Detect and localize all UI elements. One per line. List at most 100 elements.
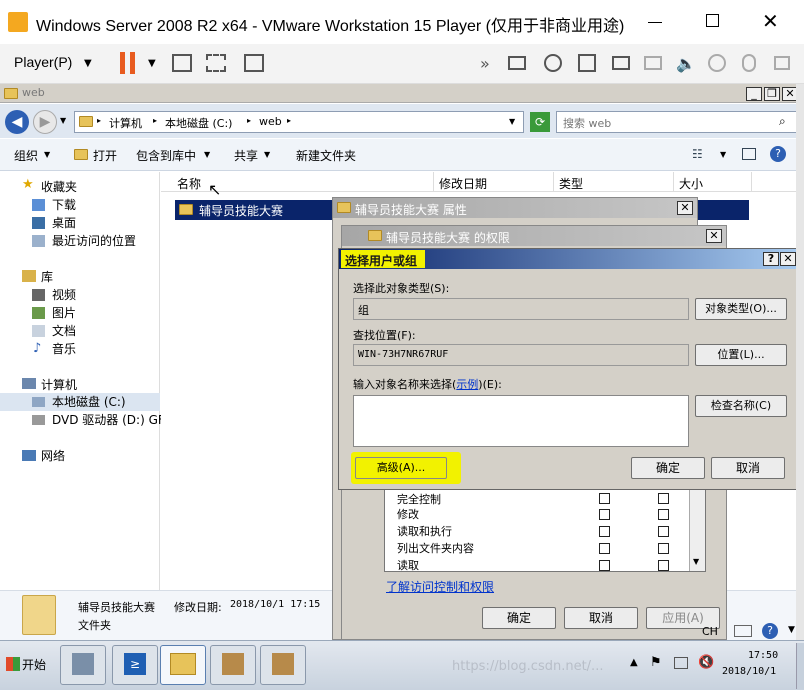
vm-scrollbar[interactable] [796,84,804,640]
device-floppy-icon[interactable] [578,54,596,72]
breadcrumb-computer[interactable]: 计算机 [109,115,142,131]
device-bluetooth-icon[interactable] [742,54,756,72]
advanced-button[interactable]: 高级(A)... [355,457,447,479]
more-icon[interactable]: » [480,54,490,73]
nav-lib-music[interactable]: 音乐 [52,340,76,358]
view-icon[interactable]: ☷ [692,147,703,161]
view-dropdown-icon[interactable]: ▼ [720,150,726,159]
permissions-cancel-button[interactable]: 取消 [564,607,638,629]
allow-checkbox[interactable] [599,509,610,520]
tray-menu-icon[interactable]: ▼ [788,625,795,635]
permissions-close-button[interactable]: ✕ [706,229,722,243]
organize-button[interactable]: 组织 [14,147,38,164]
show-hidden-icons-icon[interactable]: ▲ [630,657,638,668]
pause-dropdown-icon[interactable]: ▼ [148,58,156,69]
nav-lib-videos[interactable]: 视频 [52,286,76,304]
scroll-down-icon[interactable]: ▼ [693,557,699,566]
properties-close-button[interactable]: ✕ [677,201,693,215]
deny-checkbox[interactable] [658,560,669,571]
breadcrumb-sep-icon[interactable]: ▸ [247,116,251,125]
nav-lib-documents[interactable]: 文档 [52,322,76,340]
back-icon[interactable]: ◀ [5,110,29,134]
permissions-ok-button[interactable]: 确定 [482,607,556,629]
minimize-icon[interactable] [648,22,662,23]
refresh-icon[interactable]: ⟳ [530,112,550,132]
deny-checkbox[interactable] [658,543,669,554]
search-box[interactable]: ⌕ [556,111,798,133]
device-printer-icon[interactable] [644,56,662,70]
nav-fav-desktop[interactable]: 桌面 [52,214,76,232]
volume-muted-icon[interactable]: 🔇 [698,655,714,670]
nav-local-disk[interactable]: 本地磁盘 (C:) [52,393,126,411]
unity-icon[interactable] [244,54,264,72]
nav-network[interactable]: 网络 [41,447,65,465]
examples-link[interactable]: 示例 [456,378,478,391]
nav-dvd-drive[interactable]: DVD 驱动器 (D:) GF [52,411,165,429]
fullscreen-icon[interactable] [206,54,226,72]
nav-fav-recent[interactable]: 最近访问的位置 [52,232,136,250]
action-center-flag-icon[interactable]: ⚑ [650,655,662,670]
file-name[interactable]: 辅导员技能大赛 [199,202,283,219]
col-type[interactable]: 类型 [559,175,583,192]
permissions-scrollbar[interactable]: ▼ [689,489,705,571]
col-size[interactable]: 大小 [679,175,703,192]
share-button[interactable]: 共享 [234,147,258,164]
locations-button[interactable]: 位置(L)... [695,344,787,366]
pause-icon[interactable] [120,52,125,74]
clock-time[interactable]: 17:50 [748,650,778,661]
show-desktop-button[interactable] [796,643,804,689]
select-users-close-button[interactable]: ✕ [780,252,796,266]
maximize-icon[interactable] [706,14,719,27]
deny-checkbox[interactable] [658,493,669,504]
device-usb-icon[interactable] [774,56,790,70]
object-names-input[interactable] [353,395,689,447]
recent-pages-icon[interactable]: ▼ [60,116,66,125]
nav-favorites[interactable]: 收藏夹 [41,178,77,196]
deny-checkbox[interactable] [658,509,669,520]
address-dropdown-icon[interactable]: ▼ [509,117,515,126]
preview-pane-icon[interactable] [742,148,756,160]
device-sound-icon[interactable]: 🔈 [676,54,696,73]
search-input[interactable] [561,114,775,132]
allow-checkbox[interactable] [599,493,610,504]
col-date[interactable]: 修改日期 [439,175,487,192]
address-bar[interactable]: ▸ 计算机 ▸ 本地磁盘 (C:) ▸ web ▸ ▼ [74,111,524,133]
help-icon[interactable]: ? [770,146,786,162]
nav-fav-downloads[interactable]: 下载 [52,196,76,214]
breadcrumb-sep-icon[interactable]: ▸ [97,116,101,125]
select-ok-button[interactable]: 确定 [631,457,705,479]
device-network-icon[interactable] [612,56,630,70]
object-types-button[interactable]: 对象类型(O)... [695,298,787,320]
search-icon[interactable]: ⌕ [779,114,786,129]
breadcrumb-sep-icon[interactable]: ▸ [153,116,157,125]
nav-computer[interactable]: 计算机 [41,376,77,394]
select-cancel-button[interactable]: 取消 [711,457,785,479]
select-users-help-button[interactable]: ? [763,252,779,266]
breadcrumb-drive[interactable]: 本地磁盘 (C:) [165,115,232,131]
new-folder-button[interactable]: 新建文件夹 [296,147,356,164]
forward-icon[interactable]: ▶ [33,110,57,134]
check-names-button[interactable]: 检查名称(C) [695,395,787,417]
device-hdd-icon[interactable] [508,56,526,70]
language-indicator[interactable]: CH [702,625,718,638]
player-menu-arrow-icon[interactable]: ▼ [84,58,92,69]
device-camera-icon[interactable] [708,54,726,72]
deny-checkbox[interactable] [658,526,669,537]
device-cd-icon[interactable] [544,54,562,72]
nav-libraries[interactable]: 库 [41,268,53,286]
restore-button[interactable]: ❐ [764,87,780,101]
send-ctrl-alt-del-icon[interactable] [172,54,192,72]
breadcrumb-web[interactable]: web [259,115,282,128]
include-library-button[interactable]: 包含到库中 [136,147,196,164]
nav-lib-pictures[interactable]: 图片 [52,304,76,322]
allow-checkbox[interactable] [599,526,610,537]
player-menu[interactable]: Player(P) [14,54,72,70]
allow-checkbox[interactable] [599,560,610,571]
allow-checkbox[interactable] [599,543,610,554]
start-button[interactable]: 开始 [22,656,46,673]
tray-help-icon[interactable]: ? [762,623,778,639]
minimize-button[interactable]: _ [746,87,762,101]
breadcrumb-sep-icon[interactable]: ▸ [287,116,291,125]
clock-date[interactable]: 2018/10/1 [722,666,776,677]
permissions-help-link[interactable]: 了解访问控制和权限 [386,578,494,595]
